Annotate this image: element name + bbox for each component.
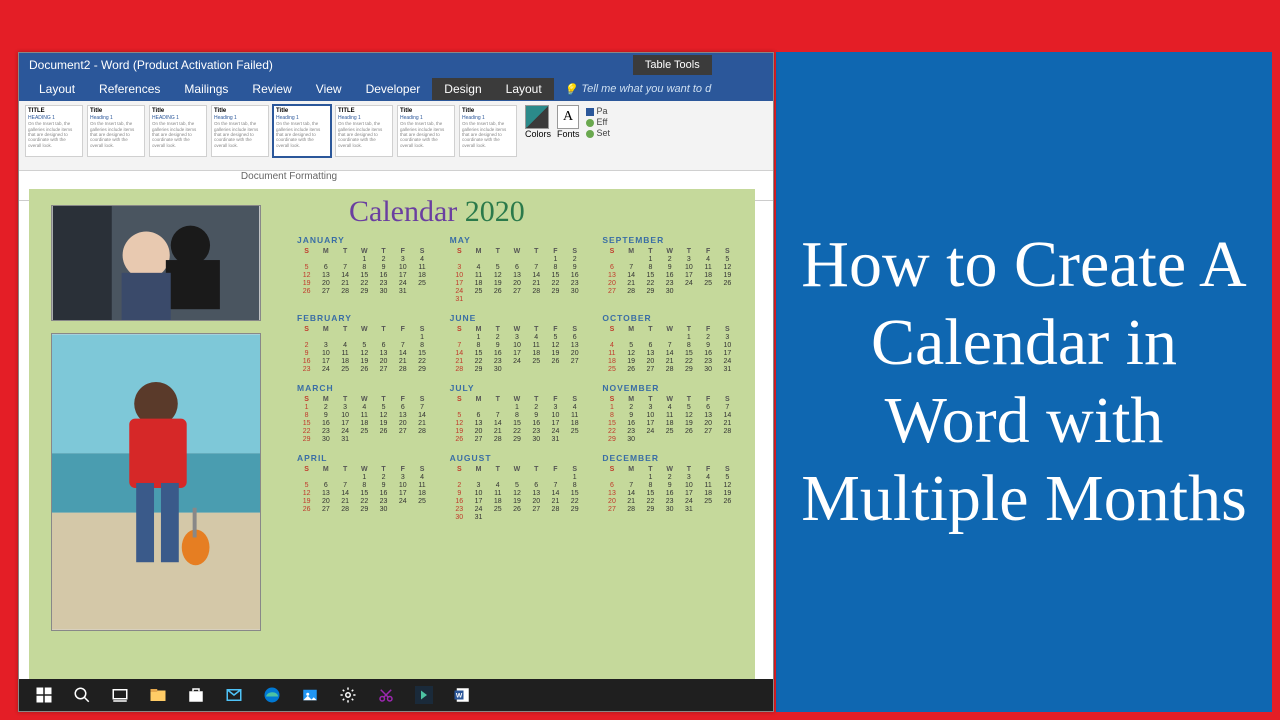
- colors-button[interactable]: Colors: [525, 105, 551, 139]
- paragraph-spacing-button[interactable]: Pa: [586, 106, 611, 116]
- ribbon-tabs: Layout References Mailings Review View D…: [19, 77, 773, 101]
- month-january[interactable]: JANUARYSMTWTFS12345678910111213141516171…: [297, 235, 432, 303]
- month-july[interactable]: JULYSMTWTFS12345678910111213141516171819…: [450, 383, 585, 443]
- month-november[interactable]: NOVEMBERSMTWTFS1234567891011121314151617…: [602, 383, 737, 443]
- tell-me-label: Tell me what you want to d: [581, 83, 711, 95]
- word-window: Document2 - Word (Product Activation Fai…: [18, 52, 774, 712]
- red-banner: [0, 0, 1280, 52]
- lightbulb-icon: 💡: [564, 83, 578, 96]
- svg-text:W: W: [456, 692, 463, 699]
- ribbon-group-label: Document Formatting: [19, 171, 559, 182]
- tab-review[interactable]: Review: [240, 78, 303, 100]
- taskbar-start-icon[interactable]: [27, 681, 61, 709]
- style-thumb[interactable]: TitleHeading 1On the Insert tab, the gal…: [211, 105, 269, 157]
- document-title: Document2 - Word (Product Activation Fai…: [29, 58, 273, 72]
- taskbar-explorer-icon[interactable]: [141, 681, 175, 709]
- month-february[interactable]: FEBRUARYSMTWTFS1234567891011121314151617…: [297, 313, 432, 373]
- tell-me-search[interactable]: 💡 Tell me what you want to d: [564, 83, 712, 96]
- fonts-label: Fonts: [557, 129, 580, 139]
- baby-photo-placeholder: [52, 206, 260, 320]
- tab-mailings[interactable]: Mailings: [172, 78, 240, 100]
- taskbar-store-icon[interactable]: [179, 681, 213, 709]
- effects-button[interactable]: Eff: [586, 117, 611, 127]
- month-march[interactable]: MARCHSMTWTFS1234567891011121314151617181…: [297, 383, 432, 443]
- fonts-icon: A: [557, 105, 579, 129]
- style-thumb[interactable]: TitleHeading 1On the Insert tab, the gal…: [459, 105, 517, 157]
- tab-layout[interactable]: Layout: [27, 78, 87, 100]
- headline-text: How to Create A Calendar in Word with Mu…: [796, 226, 1252, 538]
- headline-panel: How to Create A Calendar in Word with Mu…: [776, 52, 1272, 712]
- set-default-button[interactable]: Set: [586, 128, 611, 138]
- calendar-title[interactable]: Calendar 2020: [349, 195, 525, 229]
- style-thumb[interactable]: TITLEHEADING 1On the Insert tab, the gal…: [25, 105, 83, 157]
- ribbon-options: Pa Eff Set: [586, 106, 611, 138]
- style-thumb[interactable]: TitleHeading 1On the Insert tab, the gal…: [87, 105, 145, 157]
- month-october[interactable]: OCTOBERSMTWTFS12345678910111213141516171…: [602, 313, 737, 373]
- style-thumb[interactable]: TitleHeading 1On the Insert tab, the gal…: [397, 105, 455, 157]
- calendar-title-year: 2020: [465, 195, 525, 228]
- taskbar-task-view-icon[interactable]: [103, 681, 137, 709]
- tab-references[interactable]: References: [87, 78, 172, 100]
- style-thumb[interactable]: TitleHeading 1On the Insert tab, the gal…: [273, 105, 331, 157]
- titlebar: Document2 - Word (Product Activation Fai…: [19, 53, 773, 77]
- style-gallery[interactable]: TITLEHEADING 1On the Insert tab, the gal…: [25, 105, 517, 157]
- taskbar-filmora-icon[interactable]: [407, 681, 441, 709]
- ribbon-body: TITLEHEADING 1On the Insert tab, the gal…: [19, 101, 773, 171]
- thumbnail-frame: How to Create A Calendar in Word with Mu…: [0, 0, 1280, 720]
- calendar-page[interactable]: Calendar 2020: [29, 189, 755, 679]
- taskbar-settings-icon[interactable]: [331, 681, 365, 709]
- taskbar-mail-icon[interactable]: [217, 681, 251, 709]
- table-tools-label: Table Tools: [633, 55, 712, 75]
- tab-view[interactable]: View: [304, 78, 354, 100]
- taskbar-snip-icon[interactable]: [369, 681, 403, 709]
- fonts-button[interactable]: A Fonts: [557, 105, 580, 139]
- ribbon-right-group: Colors A Fonts Pa Eff Set: [525, 105, 610, 139]
- month-december[interactable]: DECEMBERSMTWTFS1234567891011121314151617…: [602, 453, 737, 521]
- style-thumb[interactable]: TITLEHeading 1On the Insert tab, the gal…: [335, 105, 393, 157]
- months-grid[interactable]: JANUARYSMTWTFS12345678910111213141516171…: [297, 235, 737, 521]
- style-thumb[interactable]: TitleHEADING 1On the Insert tab, the gal…: [149, 105, 207, 157]
- document-area[interactable]: · 8 · | · 9 · | · 10 · | · 11 · | · 12 ·…: [19, 185, 773, 679]
- taskbar-photos-icon[interactable]: [293, 681, 327, 709]
- colors-label: Colors: [525, 129, 551, 139]
- beach-photo-placeholder: [52, 334, 260, 630]
- tab-design[interactable]: Design: [432, 78, 493, 100]
- month-april[interactable]: APRILSMTWTFS1234567891011121314151617181…: [297, 453, 432, 521]
- month-august[interactable]: AUGUSTSMTWTFS123456789101112131415161718…: [450, 453, 585, 521]
- tab-developer[interactable]: Developer: [354, 78, 433, 100]
- tab-table-layout[interactable]: Layout: [494, 78, 554, 100]
- month-june[interactable]: JUNESMTWTFS12345678910111213141516171819…: [450, 313, 585, 373]
- taskbar-edge-icon[interactable]: [255, 681, 289, 709]
- photo-bottom[interactable]: [51, 333, 261, 631]
- calendar-title-word: Calendar: [349, 195, 457, 228]
- windows-taskbar[interactable]: W: [19, 679, 773, 711]
- taskbar-word-icon[interactable]: W: [445, 681, 479, 709]
- colors-icon: [525, 105, 549, 129]
- month-may[interactable]: MAYSMTWTFS123456789101112131415161718192…: [450, 235, 585, 303]
- photo-top[interactable]: [51, 205, 261, 321]
- month-september[interactable]: SEPTEMBERSMTWTFS123456789101112131415161…: [602, 235, 737, 303]
- taskbar-search-icon[interactable]: [65, 681, 99, 709]
